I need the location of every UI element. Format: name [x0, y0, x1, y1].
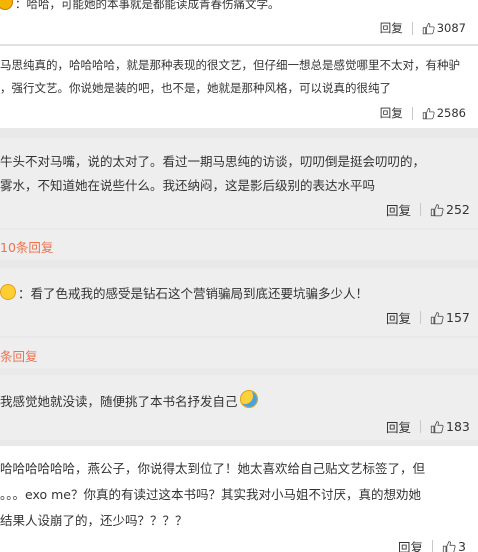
- like-icon: [430, 311, 444, 324]
- divider: [411, 21, 413, 35]
- reply-button[interactable]: 回复: [386, 417, 411, 436]
- like-count: 183: [446, 419, 470, 434]
- divider: [420, 420, 422, 433]
- like-icon: [430, 420, 444, 433]
- divider: [411, 106, 413, 120]
- like-button[interactable]: 3: [442, 539, 466, 552]
- divider: [420, 311, 422, 324]
- comment-card: ：哈哈，可能她的本事就是都能读成青春伤痛文学。 回复 3087: [0, 0, 478, 44]
- like-count: 3: [458, 539, 466, 552]
- like-button[interactable]: 157: [430, 310, 470, 325]
- comment-card: 我感觉她就没读，随便挑了本书名抒发自己 回复 183: [0, 375, 478, 440]
- comment-actions: 回复 157: [386, 308, 470, 327]
- like-icon: [430, 203, 444, 216]
- like-count: 3087: [436, 21, 466, 35]
- like-count: 252: [446, 202, 470, 217]
- more-replies-link[interactable]: 条回复: [0, 346, 38, 365]
- divider: [420, 203, 422, 216]
- comment-text: ：看了色戒我的感受是钻石这个营销骗局到底还要坑骗多少人！: [0, 283, 368, 302]
- comment-text: ：哈哈，可能她的本事就是都能读成青春伤痛文学。: [0, 0, 280, 12]
- comment-card: 马思纯真的，哈哈哈哈，就是那种表现的很文艺，但仔细一想总是感觉哪里不太对，有种驴…: [0, 46, 478, 128]
- like-count: 157: [446, 310, 470, 325]
- like-button[interactable]: 2586: [422, 106, 466, 120]
- comment-text-line: ，强行文艺。你说她是装的吧，也不是，她就是那种风格，可以说真的很纯了: [0, 81, 391, 95]
- comment-text-line: 哈哈哈哈哈哈，燕公子，你说得太到位了！她太喜欢给自己贴文艺标签了，但: [0, 461, 426, 476]
- avatar-emoji-icon: [0, 284, 16, 300]
- comment-actions: 回复 3: [398, 537, 466, 552]
- comment-actions: 回复 183: [386, 417, 470, 436]
- divider: [432, 540, 434, 552]
- more-replies-link[interactable]: 10条回复: [0, 237, 53, 256]
- reply-button[interactable]: 回复: [386, 200, 411, 219]
- comment-text-line: 牛头不对马嘴，说的太对了。看过一期马思纯的访谈，叨叨倒是挺会叨叨的，: [0, 154, 426, 169]
- like-icon: [422, 107, 435, 119]
- comment-actions: 回复 3087: [380, 20, 466, 36]
- like-button[interactable]: 3087: [422, 21, 466, 35]
- comment-text-line: 结果人设崩了的，还少吗？？？？: [0, 513, 188, 528]
- like-icon: [442, 540, 456, 552]
- comment-card: 哈哈哈哈哈哈，燕公子，你说得太到位了！她太喜欢给自己贴文艺标签了，但 。。。ex…: [0, 446, 478, 552]
- reply-button[interactable]: 回复: [386, 308, 411, 327]
- comment-text-line: 雾水，不知道她在说些什么。我还纳闷，这是影后级别的表达水平吗: [0, 178, 376, 193]
- reply-button[interactable]: 回复: [380, 105, 403, 121]
- like-count: 2586: [436, 106, 466, 120]
- comment-card: ：看了色戒我的感受是钻石这个营销骗局到底还要坑骗多少人！ 回复 157: [0, 268, 478, 336]
- comment-actions: 回复 2586: [380, 105, 466, 121]
- comment-card: 牛头不对马嘴，说的太对了。看过一期马思纯的访谈，叨叨倒是挺会叨叨的， 雾水，不知…: [0, 138, 478, 228]
- like-icon: [422, 22, 435, 34]
- emoji-icon: [0, 0, 13, 10]
- like-button[interactable]: 252: [430, 202, 470, 217]
- like-button[interactable]: 183: [430, 419, 470, 434]
- more-replies-bar: 10条回复: [0, 230, 478, 260]
- reply-button[interactable]: 回复: [380, 20, 403, 36]
- comment-text: 我感觉她就没读，随便挑了本书名抒发自己: [0, 390, 260, 410]
- comment-text-line: 。。。exo me？你真的有读过这本书吗？其实我对小马姐不讨厌，真的想劝她: [0, 487, 421, 502]
- more-replies-bar: 条回复: [0, 338, 478, 368]
- comment-text-line: 马思纯真的，哈哈哈哈，就是那种表现的很文艺，但仔细一想总是感觉哪里不太对，有种驴: [0, 58, 460, 72]
- comment-actions: 回复 252: [386, 200, 470, 219]
- reply-button[interactable]: 回复: [398, 537, 423, 552]
- emoji-icon: [239, 390, 258, 408]
